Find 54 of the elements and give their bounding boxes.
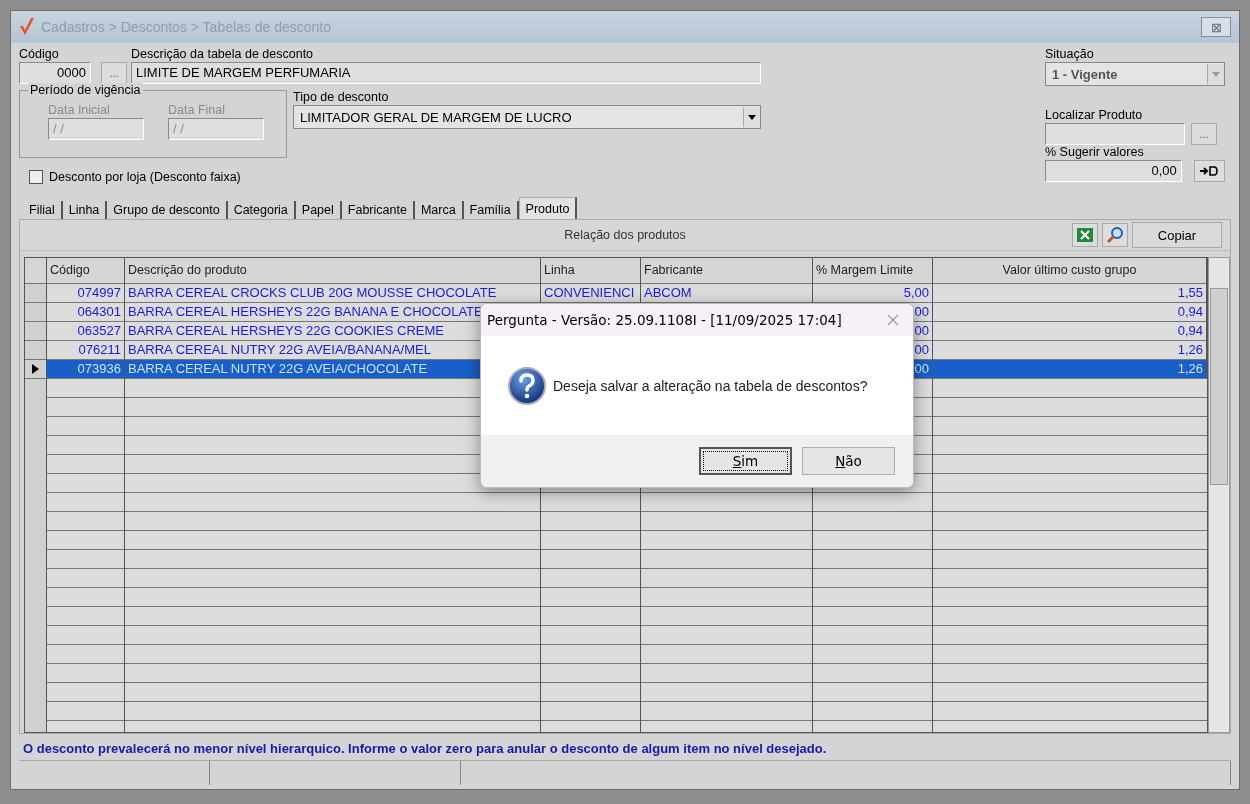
field-label: % Sugerir valores <box>1045 145 1145 160</box>
checkmark-logo-icon <box>19 17 35 37</box>
field-label: Data Inicial <box>48 103 111 118</box>
spreadsheet-export-button[interactable] <box>1072 223 1098 247</box>
checkbox-label: Desconto por loja (Desconto faixa) <box>49 170 241 184</box>
column-header: % Margem Limite <box>813 258 933 284</box>
table-cell: 0,94 <box>933 303 1207 322</box>
description-field[interactable]: LIMITE DE MARGEM PERFUMARIA <box>131 62 761 84</box>
table-cell: 073936 <box>47 360 125 379</box>
column-header: Descrição do produto <box>125 258 541 284</box>
close-icon[interactable] <box>887 314 899 326</box>
apply-button[interactable] <box>1193 160 1225 182</box>
field-label: Tipo de desconto <box>293 90 390 105</box>
row-pointer-icon <box>32 364 39 374</box>
table-cell: 074997 <box>47 284 125 303</box>
browse-button[interactable]: ... <box>1191 123 1217 145</box>
close-button[interactable]: ⊠ <box>1201 17 1231 37</box>
panel-title: Relação dos produtos <box>564 228 686 242</box>
discount-type-dropdown[interactable]: LIMITADOR GERAL DE MARGEM DE LUCRO <box>293 105 761 129</box>
table-cell: 1,55 <box>933 284 1207 303</box>
search-field[interactable] <box>1045 123 1185 145</box>
group-legend: Período de vigência <box>28 83 143 97</box>
field-label: Localizar Produto <box>1045 108 1144 123</box>
search-button[interactable] <box>1102 223 1128 247</box>
field-label: Situação <box>1045 47 1095 62</box>
magnifier-icon <box>1106 226 1124 244</box>
spreadsheet-icon <box>1076 227 1094 243</box>
code-field[interactable]: 0000 <box>19 62 91 84</box>
field-label: Código <box>19 47 60 62</box>
value-field[interactable]: 0,00 <box>1045 160 1182 182</box>
column-header: Valor último custo grupo <box>933 258 1207 284</box>
question-mark-icon <box>507 365 547 406</box>
dialog-button[interactable]: Não <box>802 447 895 475</box>
dialog-message: Deseja salvar a alteração na tabela de descontos? <box>553 377 868 394</box>
field-label: Data Final <box>168 103 226 118</box>
dialog-button[interactable]: Sim <box>699 447 792 475</box>
browse-button[interactable]: ... <box>101 62 127 84</box>
checkbox[interactable] <box>29 170 43 184</box>
column-header: Fabricante <box>641 258 813 284</box>
arrow-into-box-icon <box>1199 165 1220 177</box>
tab[interactable]: Produto <box>518 197 578 219</box>
status-dropdown[interactable]: 1 - Vigente <box>1045 62 1225 86</box>
scrollbar-thumb[interactable] <box>1210 288 1228 485</box>
copy-button[interactable]: Copiar <box>1132 222 1222 248</box>
info-message: O desconto prevalecerá no menor nível hierarquico. Informe o valor zero para anular o desconto de algum item no nível desejado. <box>22 740 828 758</box>
column-header: Linha <box>541 258 641 284</box>
field-label: Descrição da tabela de desconto <box>131 47 315 62</box>
vertical-scrollbar[interactable] <box>1208 257 1230 733</box>
table-cell: 064301 <box>47 303 125 322</box>
table-cell: 063527 <box>47 322 125 341</box>
row-selector[interactable] <box>25 360 47 379</box>
table-cell: 1,26 <box>933 360 1207 379</box>
table-cell: 0,94 <box>933 322 1207 341</box>
column-header: Código <box>47 258 125 284</box>
